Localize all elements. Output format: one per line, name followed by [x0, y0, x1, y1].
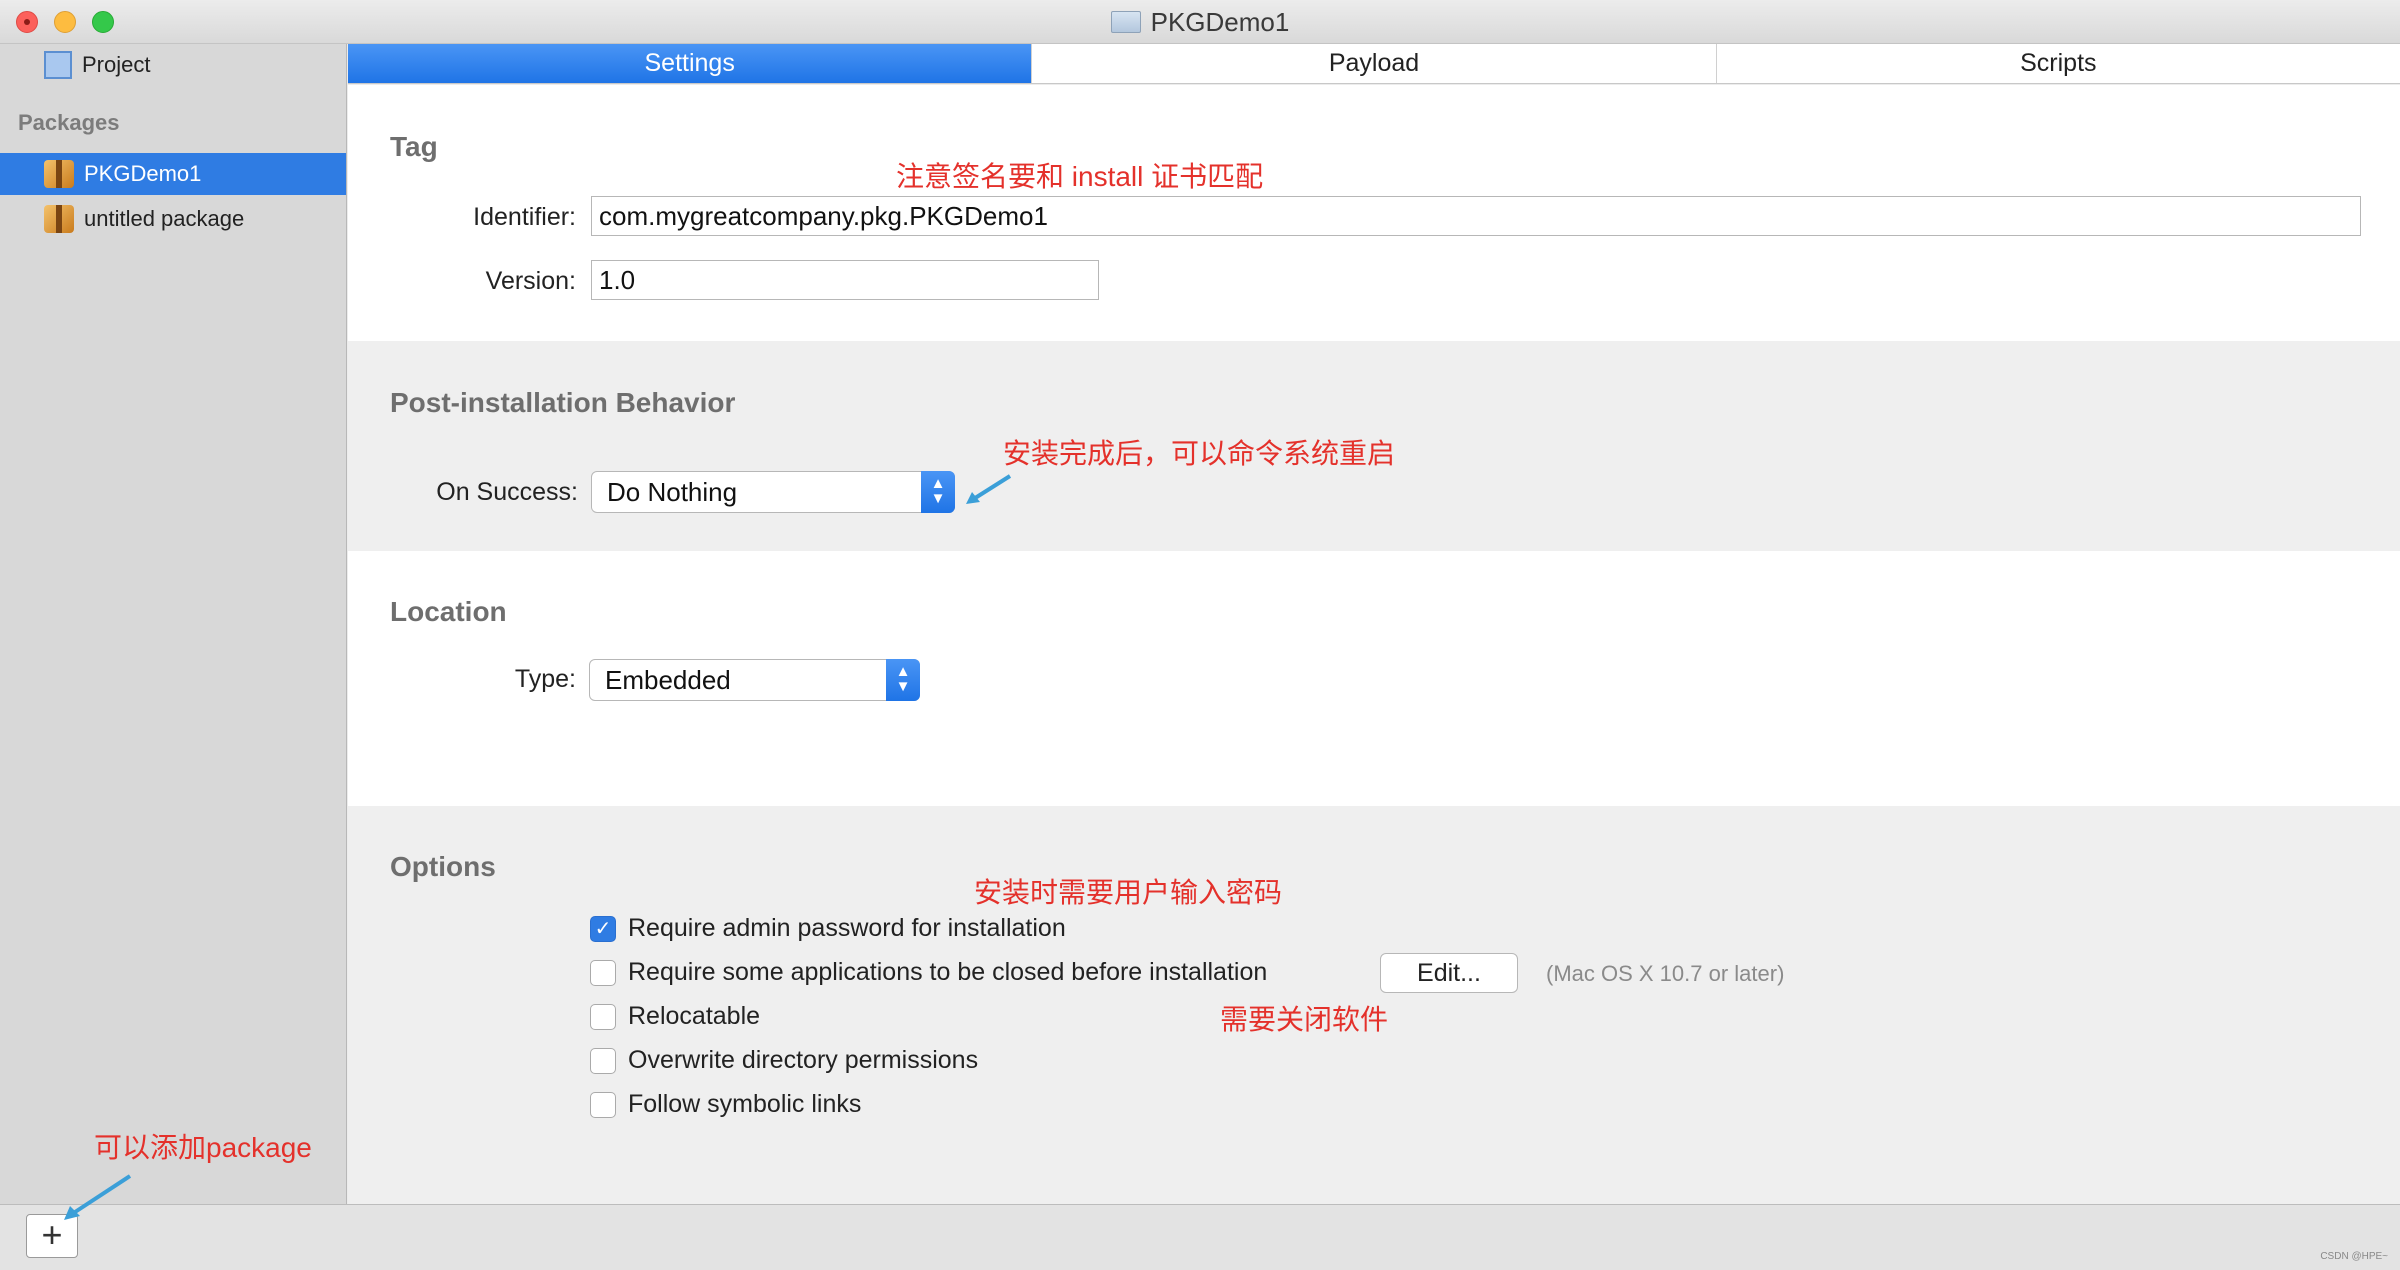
option-follow-symlinks[interactable]: Follow symbolic links [590, 1090, 861, 1119]
option-label: Follow symbolic links [628, 1090, 862, 1118]
edit-button[interactable]: Edit... [1380, 953, 1518, 993]
tab-payload[interactable]: Payload [1032, 44, 1717, 83]
arrow-icon [966, 474, 1012, 504]
tab-bar: Settings Payload Scripts [348, 44, 2400, 84]
option-overwrite-permissions[interactable]: Overwrite directory permissions [590, 1046, 978, 1075]
type-value: Embedded [605, 665, 731, 695]
type-popup[interactable]: Embedded ▲ ▼ [589, 659, 920, 701]
packages-section-header: Packages [18, 110, 120, 135]
options-header: Options [390, 851, 496, 882]
sidebar: Project Packages PKGDemo1 untitled packa… [0, 44, 347, 1204]
annotation-add-package: 可以添加package [94, 1132, 312, 1163]
tab-scripts[interactable]: Scripts [1717, 44, 2400, 83]
identifier-field[interactable]: com.mygreatcompany.pkg.PKGDemo1 [591, 196, 2361, 236]
annotation-password: 安装时需要用户输入密码 [974, 877, 1283, 908]
sidebar-item-label: PKGDemo1 [84, 161, 202, 186]
location-header: Location [390, 596, 507, 627]
title-bar: PKGDemo1 [0, 0, 2400, 44]
sidebar-item-label: untitled package [84, 206, 245, 231]
tab-settings[interactable]: Settings [348, 44, 1033, 83]
annotation-restart: 安装完成后，可以命令系统重启 [1003, 438, 1396, 469]
checkbox-icon[interactable] [590, 1047, 616, 1074]
location-section: Location Type: Embedded ▲ ▼ [348, 551, 2400, 806]
checkbox-icon[interactable] [590, 1091, 616, 1118]
sidebar-item-pkgdemo1[interactable]: PKGDemo1 [0, 153, 346, 195]
sidebar-item-project[interactable]: Project [0, 44, 346, 86]
option-label: Overwrite directory permissions [628, 1046, 979, 1074]
option-require-admin-password[interactable]: ✓ Require admin password for installatio… [590, 914, 1066, 943]
project-icon [44, 51, 72, 79]
version-label: Version: [485, 267, 576, 295]
option-require-apps-closed[interactable]: Require some applications to be closed b… [590, 958, 1267, 987]
identifier-label: Identifier: [473, 203, 576, 231]
option-label: Relocatable [628, 1002, 761, 1030]
checkbox-icon[interactable] [590, 1003, 616, 1030]
option-relocatable[interactable]: Relocatable [590, 1002, 760, 1031]
version-field[interactable]: 1.0 [591, 260, 1099, 300]
sidebar-item-untitled-package[interactable]: untitled package [0, 198, 346, 240]
on-success-label: On Success: [436, 478, 578, 506]
option-label: Require some applications to be closed b… [628, 958, 1268, 986]
post-install-header: Post-installation Behavior [390, 387, 736, 418]
document-icon [1110, 11, 1141, 33]
window-title: PKGDemo1 [1150, 6, 1290, 37]
updown-chevron-icon: ▲ ▼ [886, 659, 920, 701]
annotation-signature: 注意签名要和 install 证书匹配 [896, 161, 1264, 192]
bottom-bar [0, 1204, 2400, 1270]
option-label: Require admin password for installation [628, 914, 1066, 942]
type-label: Type: [514, 665, 576, 693]
on-success-popup[interactable]: Do Nothing ▲ ▼ [591, 471, 955, 513]
annotation-close-apps: 需要关闭软件 [1220, 1004, 1389, 1035]
sidebar-item-label: Project [82, 52, 151, 77]
tag-section: Tag Identifier: com.mygreatcompany.pkg.P… [348, 85, 2400, 341]
package-icon [44, 160, 74, 188]
checkbox-checked-icon[interactable]: ✓ [590, 915, 616, 942]
tag-header: Tag [390, 131, 438, 162]
package-icon [44, 205, 74, 233]
arrow-icon [64, 1174, 132, 1220]
edit-hint: (Mac OS X 10.7 or later) [1546, 961, 1785, 986]
updown-chevron-icon: ▲ ▼ [921, 471, 955, 513]
on-success-value: Do Nothing [607, 477, 738, 507]
watermark: CSDN @HPE~ [2320, 1251, 2388, 1262]
checkbox-icon[interactable] [590, 959, 616, 986]
